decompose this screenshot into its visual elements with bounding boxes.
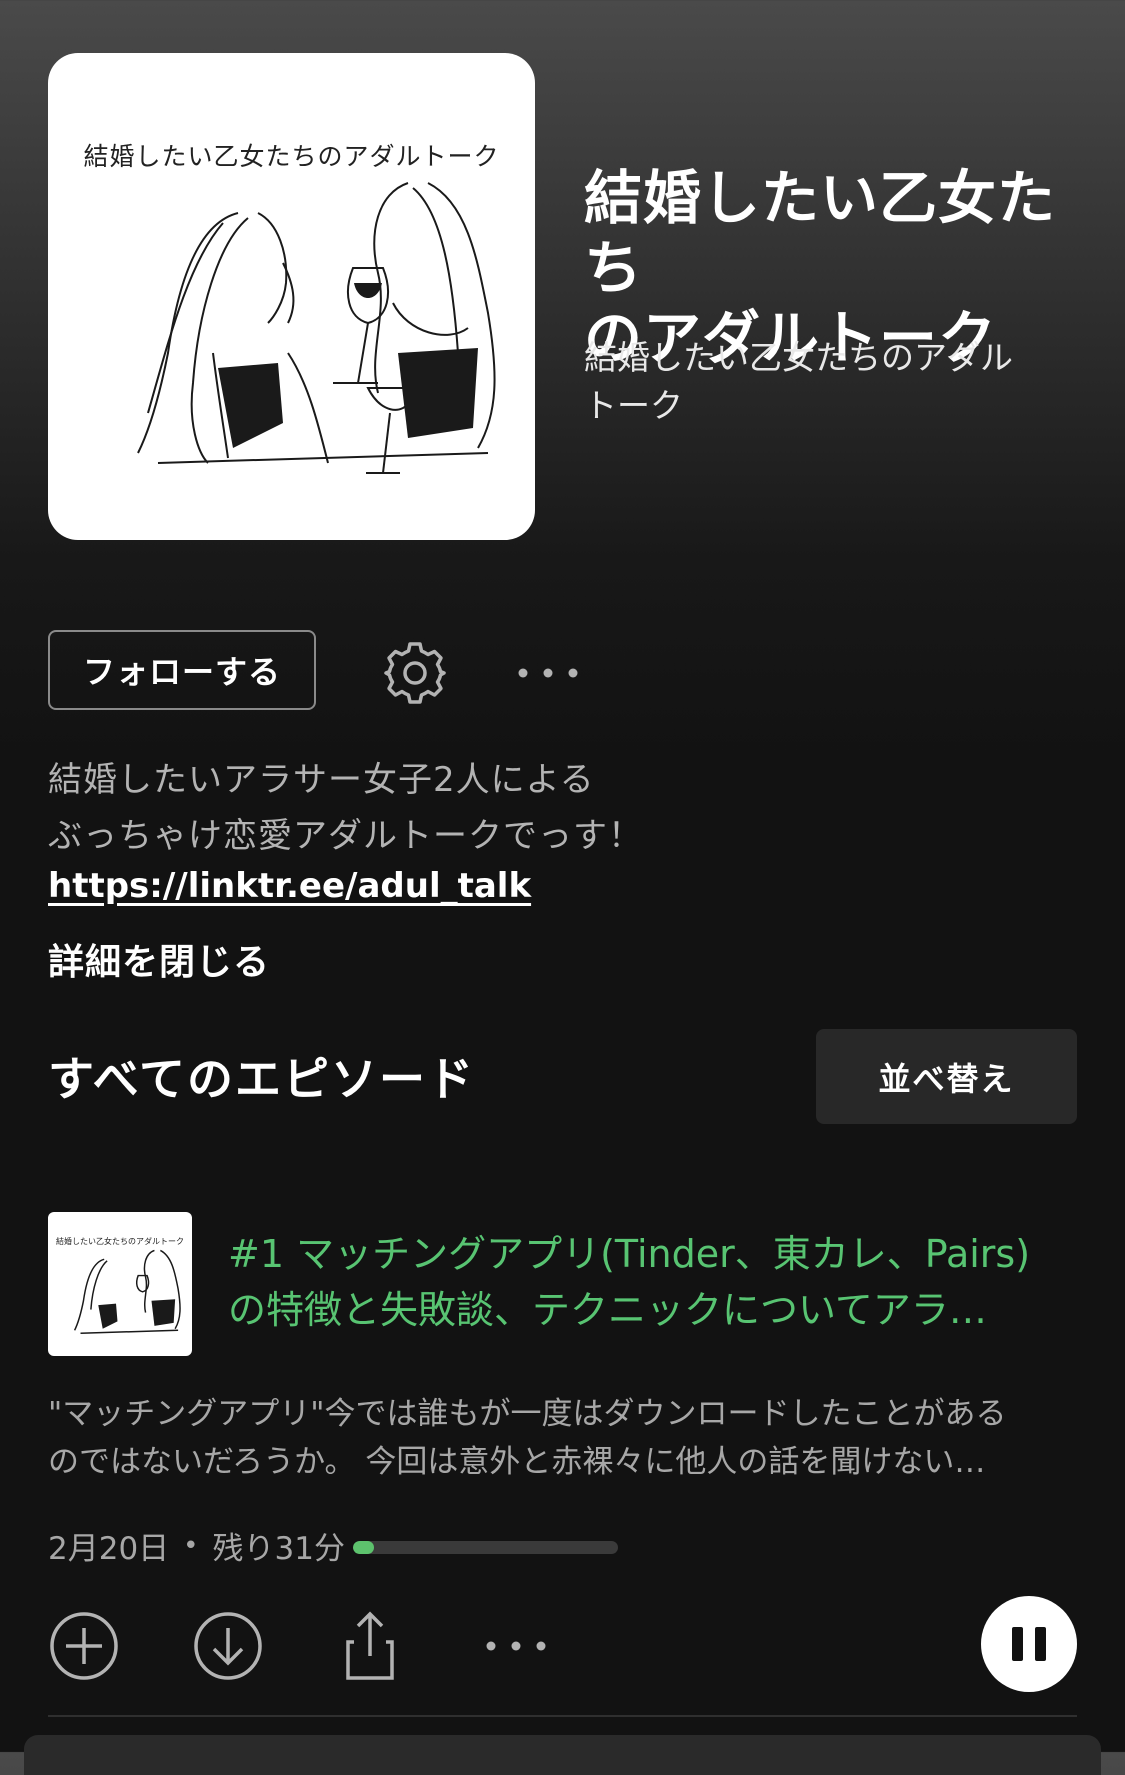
mini-player[interactable]: [24, 1735, 1101, 1775]
more-horizontal-icon[interactable]: [480, 1610, 552, 1682]
follow-button[interactable]: フォローする: [48, 630, 316, 710]
more-horizontal-icon[interactable]: [515, 655, 581, 691]
show-author[interactable]: 結婚したい乙女たちのアダル トーク: [584, 334, 1044, 430]
show-author-line: 結婚したい乙女たちのアダル: [584, 338, 1013, 377]
episode-progress-fill: [353, 1541, 375, 1554]
description-line: ぶっちゃけ恋愛アダルトークでっす！: [48, 816, 643, 856]
show-title-line: 結婚したい乙女たち: [584, 164, 1057, 302]
episode-title[interactable]: #1 マッチングアプリ(Tinder、東カレ、Pairs) の特徴と失敗談、テク…: [228, 1226, 1078, 1338]
episodes-section-title: すべてのエピソード: [48, 1052, 475, 1106]
close-details-button[interactable]: 詳細を閉じる: [48, 933, 270, 985]
sort-button[interactable]: 並べ替え: [816, 1029, 1077, 1124]
cover-illustration: [137, 182, 496, 474]
add-icon[interactable]: [48, 1610, 120, 1682]
episode-description: "マッチングアプリ"今では誰もが一度はダウンロードしたことがある のではないだろ…: [48, 1390, 1078, 1486]
show-cover-art: 結婚したい乙女たちのアダルトーク: [48, 53, 535, 540]
episode-meta: 2月20日 • 残り31分: [48, 1523, 345, 1568]
episode-divider: [48, 1715, 1077, 1717]
episode-title-line: #1 マッチングアプリ(Tinder、東カレ、Pairs): [228, 1232, 1031, 1276]
show-author-line: トーク: [584, 386, 683, 425]
meta-separator: •: [183, 1530, 199, 1561]
show-description: 結婚したいアラサー女子2人による ぶっちゃけ恋愛アダルトークでっす！: [48, 752, 1048, 864]
episode-title-line: の特徴と失敗談、テクニックについてアラ…: [228, 1288, 987, 1332]
episode-date: 2月20日: [48, 1531, 170, 1567]
pause-icon: [1035, 1627, 1046, 1661]
description-link[interactable]: https://linktr.ee/adul_talk: [48, 866, 531, 906]
description-line: 結婚したいアラサー女子2人による: [48, 760, 595, 800]
episode-thumbnail[interactable]: 結婚したい乙女たちのアダルトーク: [48, 1212, 192, 1356]
episode-remaining-time: 残り31分: [212, 1531, 345, 1567]
thumbnail-illustration: [73, 1249, 181, 1334]
episode-progress-bar: [353, 1541, 618, 1554]
gear-icon[interactable]: [382, 640, 448, 706]
pause-button[interactable]: [981, 1596, 1077, 1692]
episode-description-line: のではないだろうか。 今回は意外と赤裸々に他人の話を聞けない…: [48, 1444, 986, 1480]
pause-icon: [1012, 1627, 1023, 1661]
download-icon[interactable]: [192, 1610, 264, 1682]
share-icon[interactable]: [334, 1610, 406, 1682]
episode-description-line: "マッチングアプリ"今では誰もが一度はダウンロードしたことがある: [48, 1396, 1007, 1432]
